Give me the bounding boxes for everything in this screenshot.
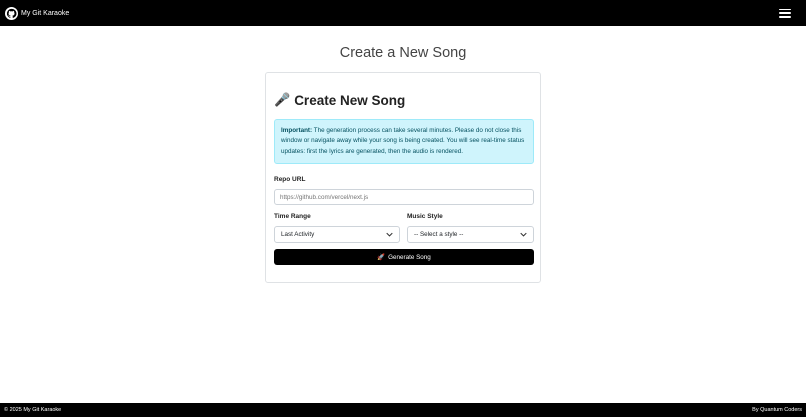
footer-credit: By Quantum Coders	[752, 407, 802, 413]
alert-text: The generation process can take several …	[281, 127, 525, 155]
generate-song-label: Generate Song	[388, 253, 431, 261]
github-icon	[5, 6, 18, 20]
alert-strong: Important:	[281, 127, 313, 134]
microphone-icon: 🎤	[274, 92, 291, 107]
brand-name[interactable]: My Git Karaoke	[21, 10, 69, 17]
time-range-label: Time Range	[274, 213, 311, 220]
page-title: Create a New Song	[339, 45, 467, 61]
music-style-label: Music Style	[407, 213, 443, 220]
brand-link[interactable]: My Git Karaoke	[5, 6, 69, 20]
repo-url-input[interactable]	[274, 189, 534, 205]
create-song-card: 🎤 Create New Song Important: The generat…	[265, 72, 541, 283]
footer: © 2025 My Git Karaoke By Quantum Coders	[0, 403, 806, 417]
card-title: 🎤 Create New Song	[274, 92, 405, 108]
generate-song-button[interactable]: 🚀 Generate Song	[274, 249, 534, 265]
music-style-select[interactable]: -- Select a style --	[407, 226, 534, 243]
time-range-value: Last Activity	[281, 231, 315, 238]
chevron-down-icon	[520, 232, 527, 237]
navbar: My Git Karaoke	[0, 0, 806, 26]
hamburger-menu-icon[interactable]	[779, 8, 791, 18]
info-alert: Important: The generation process can ta…	[274, 119, 534, 164]
chevron-down-icon	[386, 232, 393, 237]
time-range-select[interactable]: Last Activity	[274, 226, 400, 243]
repo-url-label: Repo URL	[274, 176, 306, 183]
card-title-text: Create New Song	[294, 92, 406, 108]
footer-copyright: © 2025 My Git Karaoke	[4, 407, 62, 413]
rocket-icon: 🚀	[377, 254, 386, 261]
music-style-value: -- Select a style --	[414, 231, 464, 238]
